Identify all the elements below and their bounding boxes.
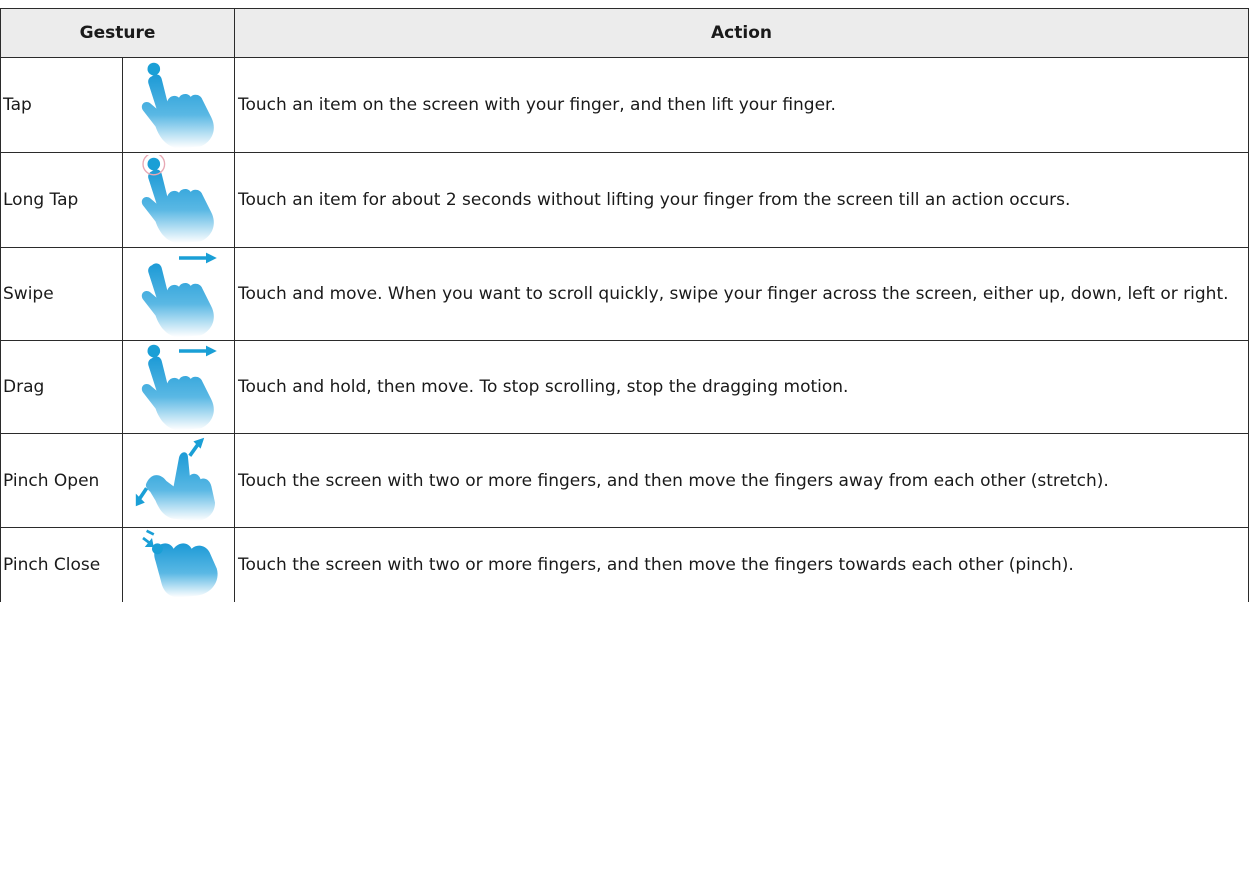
gesture-column-header: Gesture: [0, 8, 235, 58]
table-row: Pinch Close Touch the screen with two or…: [0, 527, 1249, 602]
table-row: Swipe Touch and move. When you want to s…: [0, 247, 1249, 341]
action-column-header: Action: [234, 8, 1249, 58]
table-row: Tap Touch an item on the screen with you…: [0, 57, 1249, 153]
gesture-action: Touch and hold, then move. To stop scrol…: [234, 340, 1249, 434]
drag-gesture-icon: [141, 344, 217, 431]
pinch-close-gesture-icon: [141, 529, 218, 598]
gesture-table: Gesture Action Tap Touch an item on the …: [0, 8, 1249, 602]
table-row: Pinch Open Touch the screen with two or …: [0, 433, 1249, 528]
gesture-action: Touch the screen with two or more finger…: [234, 433, 1249, 528]
gesture-name: Tap: [0, 57, 123, 153]
gesture-action: Touch an item on the screen with your fi…: [234, 57, 1249, 153]
gesture-name: Pinch Open: [0, 433, 123, 528]
gesture-name: Drag: [0, 340, 123, 434]
pinch-open-gesture-icon: [135, 437, 215, 521]
long-tap-gesture-icon: [141, 155, 214, 244]
gesture-action: Touch the screen with two or more finger…: [234, 527, 1249, 602]
gesture-action: Touch an item for about 2 seconds withou…: [234, 152, 1249, 248]
table-row: Drag Touch and hold, then move. To stop …: [0, 340, 1249, 434]
gesture-name: Long Tap: [0, 152, 123, 248]
swipe-gesture-icon: [141, 252, 217, 338]
tap-gesture-icon: [141, 62, 214, 149]
gesture-name: Pinch Close: [0, 527, 123, 602]
gesture-name: Swipe: [0, 247, 123, 341]
table-row: Long Tap Touch an item for about 2 secon…: [0, 152, 1249, 248]
gesture-action: Touch and move. When you want to scroll …: [234, 247, 1249, 341]
